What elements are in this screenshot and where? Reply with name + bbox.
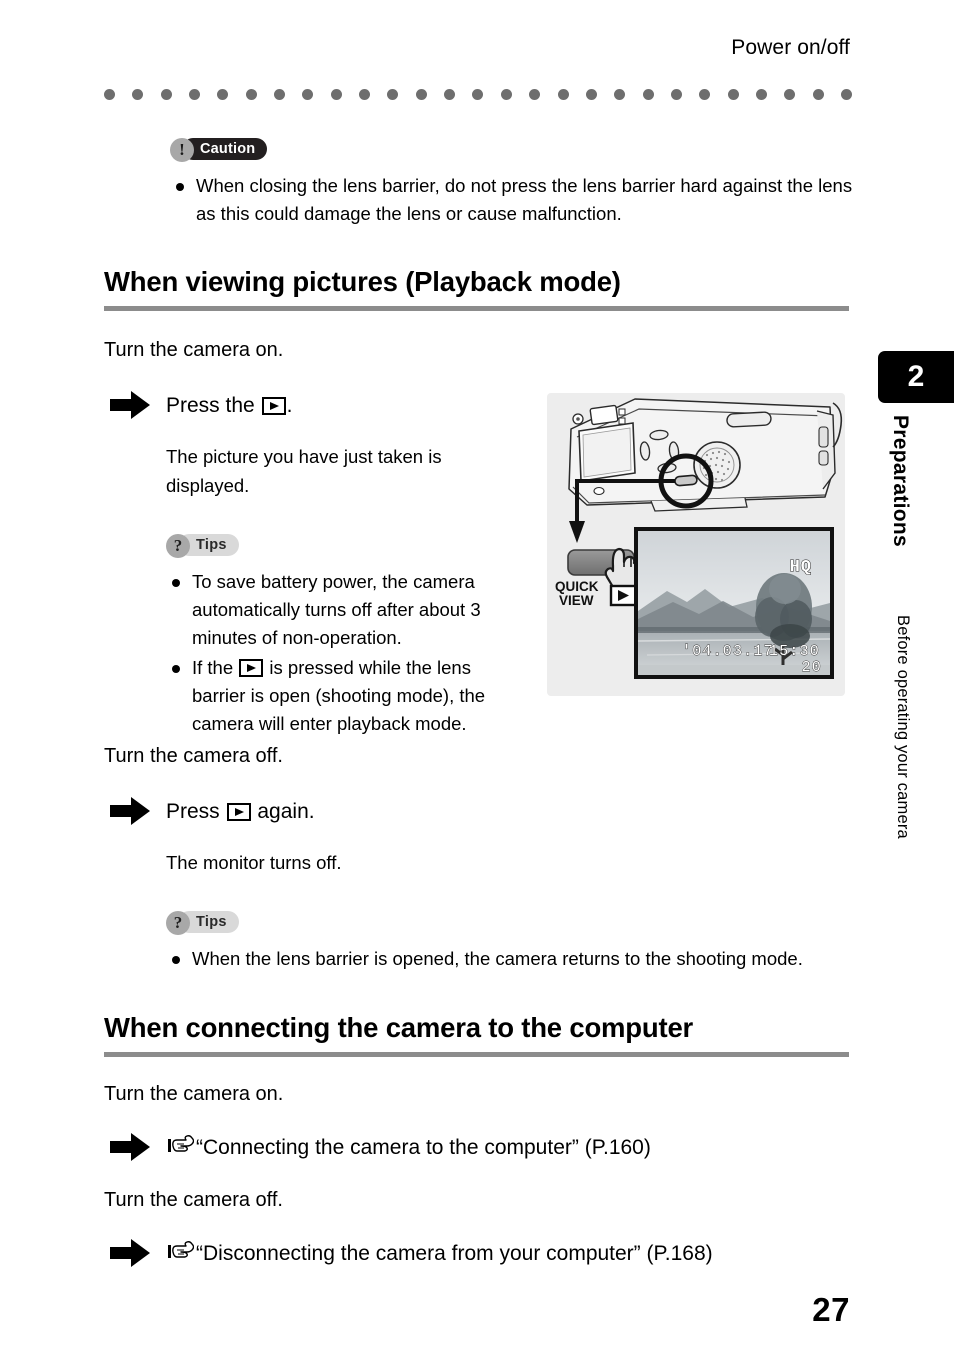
tips-block-playback: ? Tips To save battery power, the camera… [166,534,526,740]
lcd-date: ′04.03.17 [682,643,774,660]
step-suffix: . [286,394,293,417]
dotted-divider [104,87,852,101]
pointing-hand-icon [166,1239,196,1271]
lcd-frame-number: 20 [802,659,822,676]
lead-turn-on: Turn the camera on. [104,339,284,361]
lcd-preview: HQ ′04.03.17 15:30 20 [634,527,834,679]
exclamation-icon: ! [170,138,194,162]
arrow-right-icon [108,1130,152,1164]
heading-rule [104,306,849,311]
caution-list: When closing the lens barrier, do not pr… [170,172,860,228]
step-description: The picture you have just taken is displ… [166,446,442,496]
section-computer: When connecting the camera to the comput… [104,1011,849,1057]
camera-back-quick-view-illustration: QUICK VIEW HQ ′04.03.17 15:30 20 [547,393,845,696]
page-title: When viewing pictures (Playback mode) [104,266,621,297]
step-prefix: Press [166,800,220,823]
lead-computer-turn-on: Turn the camera on. [104,1083,284,1105]
page-title: When connecting the camera to the comput… [104,1012,694,1043]
tip-suffix: is pressed while the lens barrier is ope… [192,657,486,734]
caution-badge-label: Caution [182,138,268,160]
step-suffix: again. [257,800,315,823]
playback-button-icon [261,397,286,415]
step-xref-disconnect: “Disconnecting the camera from your comp… [104,1238,906,1272]
step-text: Press the . [166,394,292,417]
hq-indicator: HQ [790,558,812,577]
xref-text[interactable]: “Disconnecting the camera from your comp… [196,1242,713,1265]
step-description: The monitor turns off. [166,852,342,873]
question-icon: ? [166,534,190,558]
list-item: When closing the lens barrier, do not pr… [170,172,860,228]
arrow-right-icon [108,794,152,828]
chapter-tab: 2 [878,351,954,403]
pointing-hand-icon [166,1133,196,1165]
step-press-playback-again: Press again. [104,796,596,830]
step-press-playback: Press the . [104,390,596,424]
step-text: Press again. [166,800,315,823]
quick-label: QUICK [555,579,599,594]
tips-block-turn-off: ? Tips When the lens barrier is opened, … [166,911,856,975]
question-icon: ? [166,911,190,935]
tip-prefix: If the [192,657,234,678]
step-xref-connect: “Connecting the camera to the computer” … [104,1132,906,1166]
heading-rule [104,1052,849,1057]
chapter-title: Preparations [889,415,912,547]
playback-button-icon [226,803,251,821]
view-label: VIEW [559,593,594,608]
caution-block: ! Caution When closing the lens barrier,… [170,138,860,230]
step-text: “Connecting the camera to the computer” … [166,1135,651,1159]
chapter-subtitle: Before operating your camera [894,615,912,839]
arrow-right-icon [108,1236,152,1270]
lead-turn-off: Turn the camera off. [104,745,283,767]
lcd-time: 15:30 [769,643,820,660]
tips-list: When the lens barrier is opened, the cam… [166,945,856,973]
tips-list: To save battery power, the camera automa… [166,568,526,738]
arrow-right-icon [108,388,152,422]
lead-computer-turn-off: Turn the camera off. [104,1189,283,1211]
xref-text[interactable]: “Connecting the camera to the computer” … [196,1136,651,1159]
list-item: To save battery power, the camera automa… [166,568,526,652]
step-prefix: Press the [166,394,255,417]
section-playback: When viewing pictures (Playback mode) [104,265,849,311]
list-item: When the lens barrier is opened, the cam… [166,945,856,973]
running-head: Power on/off [731,36,850,59]
list-item: If the is pressed while the lens barrier… [166,654,526,738]
playback-button-icon [239,659,264,677]
page-number: 27 [812,1291,850,1328]
step-text: “Disconnecting the camera from your comp… [166,1241,713,1265]
illustration-svg: QUICK VIEW HQ ′04.03.17 15:30 20 [555,398,843,679]
